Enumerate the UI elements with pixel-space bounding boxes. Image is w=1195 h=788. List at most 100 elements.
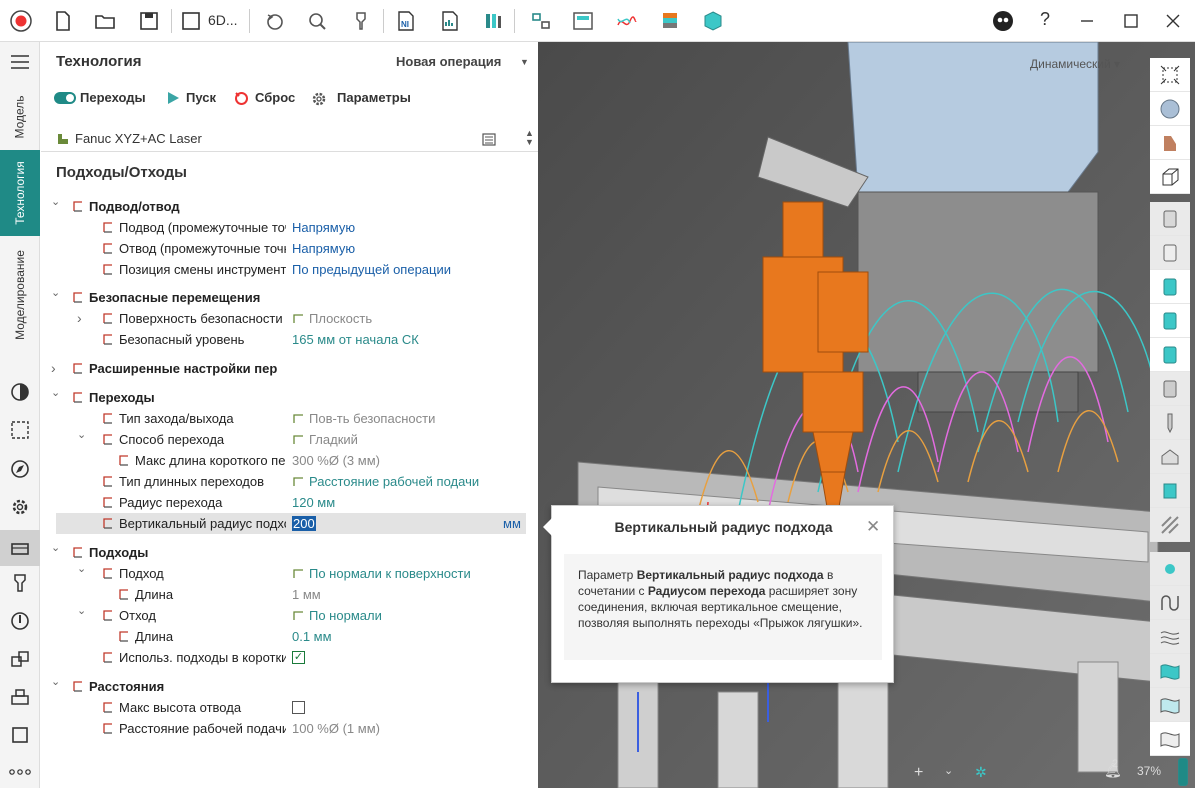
operations-icon[interactable] [8, 380, 32, 404]
param-value-cell[interactable]: Расстояние рабочей подачи [292, 471, 479, 492]
param-row[interactable]: Использ. подходы в коротких ✓ [41, 647, 538, 668]
tool-gray-icon[interactable] [1150, 372, 1190, 406]
chevron-right-icon[interactable]: › [77, 308, 89, 329]
list-icon[interactable] [482, 133, 496, 146]
printer-icon[interactable] [8, 685, 32, 709]
vertical-radius-input[interactable]: 200 [292, 516, 316, 531]
param-value-cell[interactable]: По нормали к поверхности [292, 563, 471, 584]
path-icon[interactable] [1150, 586, 1190, 620]
sphere-view-icon[interactable] [1150, 92, 1190, 126]
operation-select[interactable]: Новая операция [396, 54, 501, 69]
param-row[interactable]: Длина 1 мм [41, 584, 538, 605]
tool-cyan-3-icon[interactable] [1150, 338, 1190, 372]
surface-light-icon[interactable] [1150, 688, 1190, 722]
tree-group[interactable]: ⌄ Безопасные перемещения [41, 287, 538, 308]
parameters-button[interactable]: Параметры [311, 90, 421, 108]
param-row[interactable]: ⌄ Способ перехода Гладкий [41, 429, 538, 450]
tools-library-icon[interactable] [480, 8, 506, 34]
param-value-cell[interactable]: Гладкий [292, 429, 358, 450]
view-mode-select[interactable]: Динамический ▾ [1030, 57, 1120, 71]
param-value-cell[interactable]: 120 мм [292, 492, 335, 513]
stock-view-icon[interactable] [1150, 126, 1190, 160]
param-row[interactable]: Расстояние рабочей подачи 100 %Ø (1 мм) [41, 718, 538, 739]
surface-cyan-icon[interactable] [1150, 654, 1190, 688]
tool-cyan-2-icon[interactable] [1150, 304, 1190, 338]
tree-group[interactable]: ⌄ Подходы [41, 542, 538, 563]
fixture-icon[interactable] [1150, 474, 1190, 508]
compass-icon[interactable] [8, 457, 32, 481]
more-icon[interactable] [8, 760, 32, 784]
save-icon[interactable] [136, 8, 162, 34]
settings-gear-icon[interactable] [8, 495, 32, 519]
tooltip-close-icon[interactable]: ✕ [866, 517, 880, 537]
square-icon[interactable] [8, 723, 32, 747]
approaches-icon[interactable] [0, 530, 40, 566]
document-tab-label[interactable]: 6D... [208, 12, 238, 28]
wave-lines-icon[interactable] [1150, 620, 1190, 654]
report-icon[interactable] [437, 8, 463, 34]
param-row[interactable]: Тип захода/выхода Пов-ть безопасности [41, 408, 538, 429]
checkbox[interactable] [292, 701, 305, 714]
chevron-down-icon[interactable]: ⌄ [51, 672, 63, 693]
part-icon[interactable] [1150, 440, 1190, 474]
param-row[interactable]: Длина 0.1 мм [41, 626, 538, 647]
location-icon[interactable] [8, 609, 32, 633]
inspect-icon[interactable] [304, 8, 330, 34]
chevron-right-icon[interactable]: › [51, 358, 63, 379]
param-value-cell[interactable]: 165 мм от начала СК [292, 329, 419, 350]
chevron-down-icon[interactable]: ⌄ [51, 192, 63, 213]
machine-selector[interactable]: Fanuc XYZ+AC Laser [56, 129, 516, 149]
spin-icon[interactable]: ▲ ▼ [525, 129, 534, 147]
surface-outline-icon[interactable] [1150, 722, 1190, 756]
chevron-down-icon[interactable]: ⌄ [77, 559, 89, 580]
param-value-cell[interactable]: Напрямую [292, 217, 355, 238]
tool-icon[interactable] [348, 8, 374, 34]
fit-view-icon[interactable] [1150, 58, 1190, 92]
param-value-cell[interactable]: По нормали [292, 605, 382, 626]
chevron-down-icon[interactable]: ⌄ [51, 538, 63, 559]
tree-group[interactable]: › Расширенные настройки пер [41, 358, 538, 379]
chevron-down-icon[interactable]: ⌄ [944, 764, 953, 777]
param-row[interactable]: Отвод (промежуточные точки Напрямую [41, 238, 538, 259]
undo-history-icon[interactable] [262, 8, 288, 34]
param-value-cell[interactable]: 300 %Ø (3 мм) [292, 450, 380, 471]
tool-cyan-1-icon[interactable] [1150, 270, 1190, 304]
app-logo-icon[interactable] [8, 8, 34, 34]
tree-group[interactable]: ⌄ Подвод/отвод [41, 196, 538, 217]
param-value-cell[interactable]: Плоскость [292, 308, 372, 329]
layers-icon[interactable] [8, 647, 32, 671]
tab-model[interactable]: Модель [0, 84, 40, 150]
param-value-cell[interactable]: Напрямую [292, 238, 355, 259]
maximize-icon[interactable] [1118, 8, 1144, 34]
param-row[interactable]: Вертикальный радиус подход 200 мм [56, 513, 526, 534]
param-value-cell[interactable]: 0.1 мм [292, 626, 332, 647]
tree-group[interactable]: ⌄ Переходы [41, 387, 538, 408]
simulation-chart-icon[interactable] [614, 8, 640, 34]
selection-icon[interactable] [8, 418, 32, 442]
operation-dropdown-icon[interactable]: ▼ [520, 57, 529, 67]
param-value-cell[interactable]: 1 мм [292, 584, 321, 605]
param-row[interactable]: ⌄ Отход По нормали [41, 605, 538, 626]
add-icon[interactable]: + [914, 764, 923, 782]
chevron-down-icon[interactable]: ⌄ [51, 383, 63, 404]
close-window-icon[interactable] [1160, 8, 1186, 34]
param-row[interactable]: Подвод (промежуточные точки Напрямую [41, 217, 538, 238]
open-folder-icon[interactable] [92, 8, 118, 34]
minimize-icon[interactable] [1074, 8, 1100, 34]
box-view-icon[interactable] [1150, 160, 1190, 194]
drill-icon[interactable] [1150, 406, 1190, 440]
new-file-icon[interactable] [50, 8, 76, 34]
help-button[interactable]: ? [1040, 9, 1050, 30]
param-row[interactable]: › Поверхность безопасности Плоскость [41, 308, 538, 329]
axis-triad-icon[interactable]: ✲ [975, 764, 987, 781]
hatch-icon[interactable] [1150, 508, 1190, 542]
machine-panel-icon[interactable] [570, 8, 596, 34]
holder-mid-icon[interactable] [1150, 236, 1190, 270]
param-row[interactable]: Радиус перехода 120 мм [41, 492, 538, 513]
stock-icon[interactable] [657, 8, 683, 34]
menu-icon[interactable] [8, 50, 32, 74]
chevron-down-icon[interactable]: ⌄ [77, 601, 89, 622]
postprocessor-icon[interactable] [528, 8, 554, 34]
param-row[interactable]: Макс длина короткого пере 300 %Ø (3 мм) [41, 450, 538, 471]
param-value-cell[interactable]: 100 %Ø (1 мм) [292, 718, 380, 739]
